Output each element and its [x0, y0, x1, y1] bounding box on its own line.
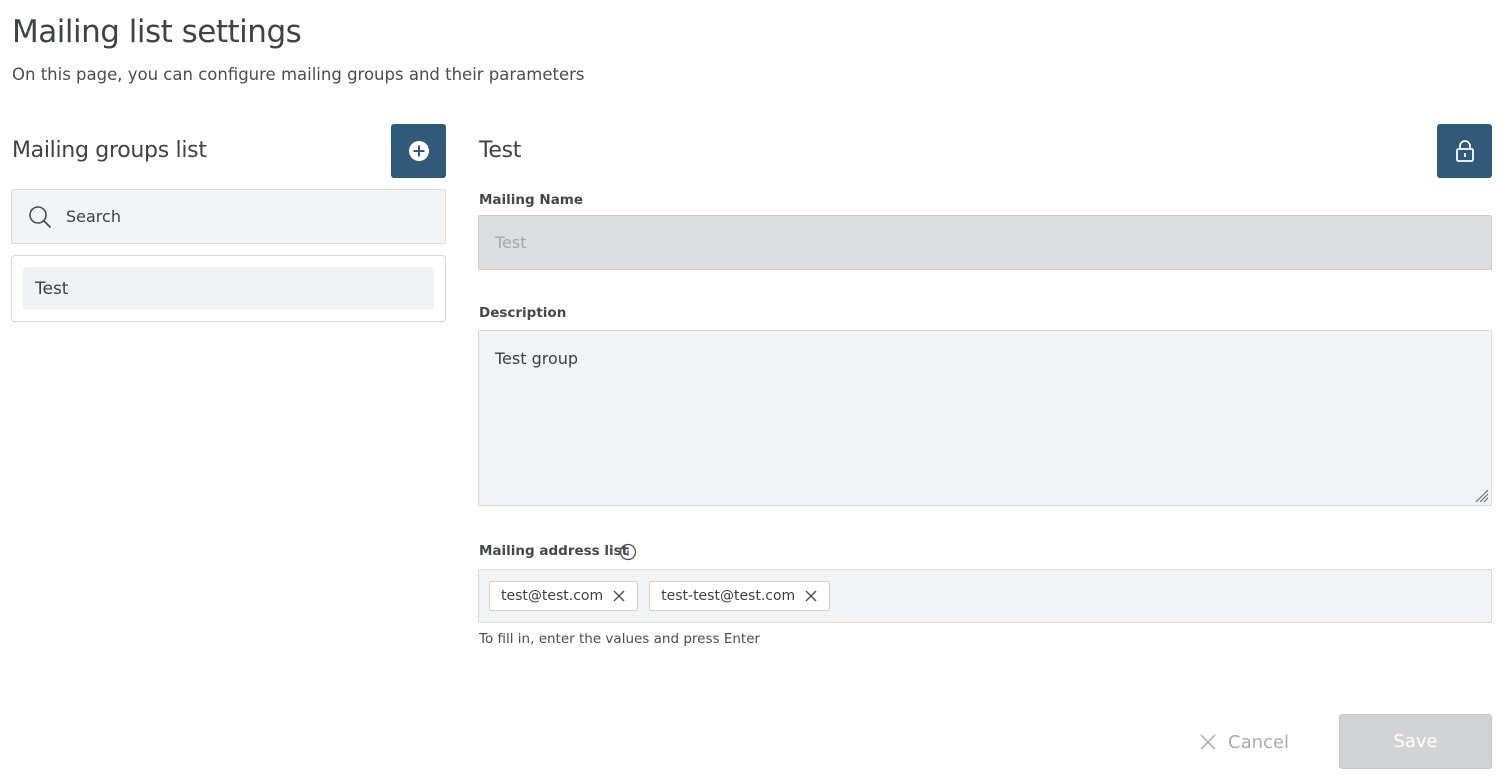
- address-hint: To fill in, enter the values and press E…: [479, 631, 761, 647]
- cancel-button[interactable]: Cancel: [1200, 724, 1289, 760]
- close-icon[interactable]: [612, 589, 626, 603]
- address-tag-label: test@test.com: [501, 588, 604, 604]
- page-title: Mailing list settings: [12, 14, 302, 50]
- search-box[interactable]: [11, 189, 446, 244]
- close-icon: [1200, 734, 1216, 750]
- add-group-button[interactable]: [391, 124, 446, 178]
- detail-title: Test: [479, 138, 522, 163]
- plus-circle-icon: [408, 141, 429, 161]
- close-icon[interactable]: [804, 589, 818, 603]
- description-field[interactable]: Test group: [478, 330, 1492, 506]
- address-tag: test-test@test.com: [649, 581, 831, 611]
- lock-button[interactable]: [1437, 124, 1492, 178]
- cancel-label: Cancel: [1228, 731, 1289, 753]
- address-tags-field[interactable]: test@test.com test-test@test.com: [478, 569, 1492, 623]
- save-button[interactable]: Save: [1339, 714, 1492, 769]
- mailing-name-label: Mailing Name: [479, 192, 584, 208]
- address-tag: test@test.com: [489, 581, 639, 611]
- resize-handle-icon[interactable]: [1473, 487, 1489, 503]
- info-icon[interactable]: [619, 543, 637, 561]
- search-icon: [28, 205, 52, 229]
- address-tag-label: test-test@test.com: [661, 588, 796, 604]
- groups-list: Test: [11, 255, 446, 322]
- search-input[interactable]: [66, 207, 406, 226]
- description-label: Description: [479, 305, 567, 321]
- mailing-name-field[interactable]: [478, 215, 1492, 270]
- page-subtitle: On this page, you can configure mailing …: [12, 65, 585, 84]
- groups-list-title: Mailing groups list: [12, 138, 207, 163]
- lock-icon: [1455, 140, 1474, 162]
- list-item-group-test[interactable]: Test: [23, 267, 434, 310]
- address-list-label: Mailing address list: [479, 543, 629, 559]
